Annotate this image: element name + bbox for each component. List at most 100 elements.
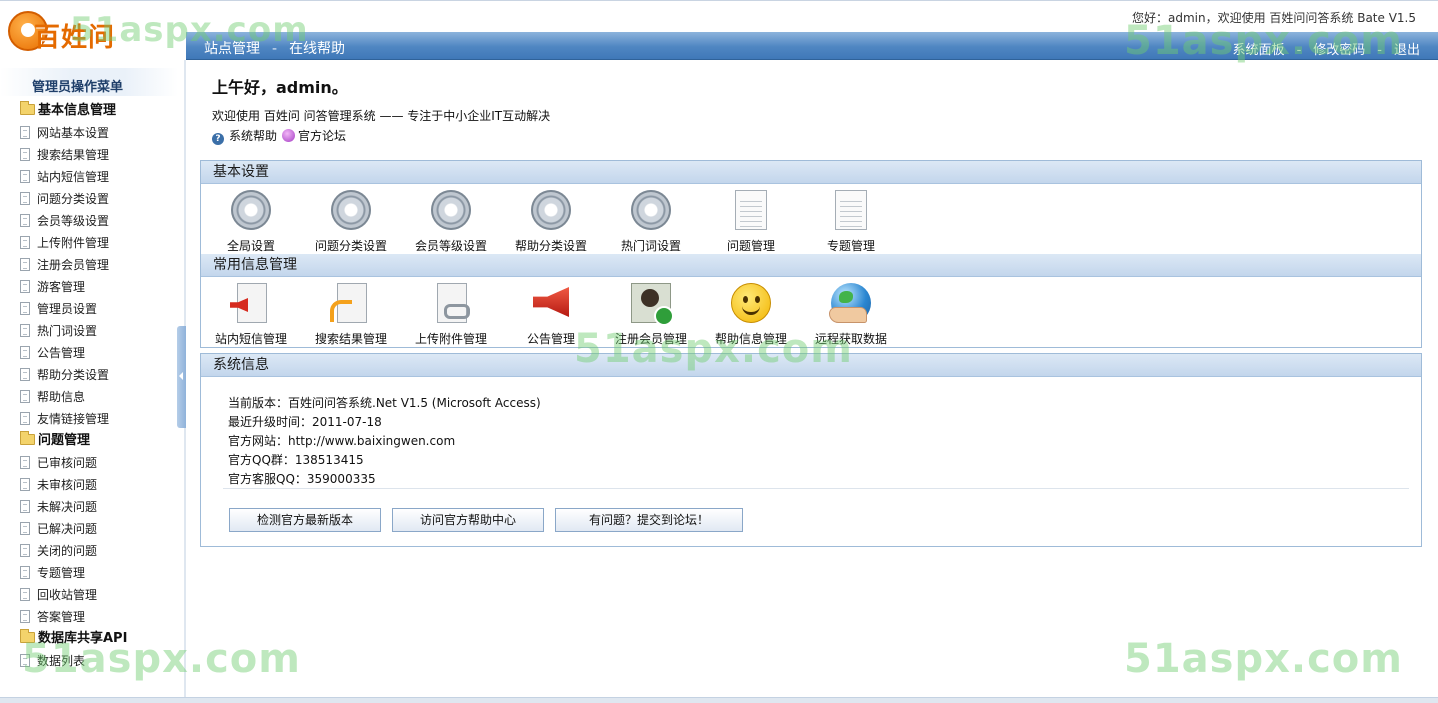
tile-remote-data[interactable]: 远程获取数据 bbox=[801, 281, 901, 347]
tile-announcements[interactable]: 公告管理 bbox=[501, 281, 601, 347]
menu-group-basic-info[interactable]: 基本信息管理 bbox=[20, 100, 180, 122]
menu-item-label: 未解决问题 bbox=[37, 500, 98, 514]
logo[interactable]: 百姓问 bbox=[8, 9, 128, 53]
help-center-button[interactable]: 访问官方帮助中心 bbox=[392, 508, 544, 532]
menu-item-approved-questions[interactable]: 已审核问题 bbox=[20, 452, 180, 474]
menu-item-help-info[interactable]: 帮助信息 bbox=[20, 386, 180, 408]
tile-question-categories[interactable]: 问题分类设置 bbox=[301, 187, 401, 254]
tile-search-results[interactable]: 搜索结果管理 bbox=[301, 281, 401, 347]
menu-item-label: 回收站管理 bbox=[37, 588, 98, 602]
menu-item-pending-questions[interactable]: 未审核问题 bbox=[20, 474, 180, 496]
menu-item-help-categories[interactable]: 帮助分类设置 bbox=[20, 364, 180, 386]
logo-text: 百姓问 bbox=[34, 23, 116, 53]
menu-item-answers[interactable]: 答案管理 bbox=[20, 606, 180, 628]
tile-label: 公告管理 bbox=[526, 332, 575, 346]
nav-change-password[interactable]: 修改密码 bbox=[1313, 43, 1365, 58]
menu-item-attachments[interactable]: 上传附件管理 bbox=[20, 232, 180, 254]
document-megaphone-icon bbox=[237, 283, 267, 323]
menu-item-data-list[interactable]: 数据列表 bbox=[20, 650, 180, 672]
page-icon bbox=[20, 324, 30, 337]
menu-item-messages[interactable]: 站内短信管理 bbox=[20, 166, 180, 188]
page-icon bbox=[20, 500, 30, 513]
menu-item-question-categories[interactable]: 问题分类设置 bbox=[20, 188, 180, 210]
page-icon bbox=[20, 654, 30, 667]
page-icon bbox=[20, 544, 30, 557]
menu-item-admin-settings[interactable]: 管理员设置 bbox=[20, 298, 180, 320]
menu-item-label: 已解决问题 bbox=[37, 522, 98, 536]
tile-label: 热门词设置 bbox=[620, 239, 681, 253]
official-support-qq: 官方客服QQ：359000335 bbox=[228, 472, 376, 486]
menu-item-label: 帮助信息 bbox=[37, 390, 86, 404]
menu-item-hot-words[interactable]: 热门词设置 bbox=[20, 320, 180, 342]
menu-item-registered-members[interactable]: 注册会员管理 bbox=[20, 254, 180, 276]
official-website: 官方网站：http://www.baixingwen.com bbox=[228, 434, 456, 448]
sidebar: 管理员操作菜单 基本信息管理 网站基本设置 搜索结果管理 站内短信管理 问题分类… bbox=[0, 60, 180, 703]
tile-topic-management[interactable]: 专题管理 bbox=[801, 188, 901, 254]
menu-item-topics[interactable]: 专题管理 bbox=[20, 562, 180, 584]
page-icon bbox=[20, 456, 30, 469]
menu-item-search-results[interactable]: 搜索结果管理 bbox=[20, 144, 180, 166]
tile-help-categories[interactable]: 帮助分类设置 bbox=[501, 187, 601, 254]
menu-item-label: 问题分类设置 bbox=[37, 192, 110, 206]
menu-item-closed-questions[interactable]: 关闭的问题 bbox=[20, 540, 180, 562]
menu-item-label: 会员等级设置 bbox=[37, 214, 110, 228]
gear-icon bbox=[631, 187, 671, 233]
gear-icon bbox=[431, 187, 471, 233]
menu-item-label: 管理员设置 bbox=[37, 302, 98, 316]
menu-item-label: 未审核问题 bbox=[37, 478, 98, 492]
gear-icon bbox=[331, 187, 371, 233]
nav-logout[interactable]: 退出 bbox=[1394, 43, 1420, 58]
welcome-text: 欢迎使用 百姓问 问答管理系统 —— 专注于中小企业IT互动解决 bbox=[212, 109, 551, 123]
tile-help-info[interactable]: 帮助信息管理 bbox=[701, 281, 801, 347]
tile-label: 问题分类设置 bbox=[314, 239, 387, 253]
tile-attachments[interactable]: 上传附件管理 bbox=[401, 281, 501, 347]
tile-label: 会员等级设置 bbox=[414, 239, 487, 253]
tile-registered-members[interactable]: 注册会员管理 bbox=[601, 281, 701, 347]
tile-hot-words[interactable]: 热门词设置 bbox=[601, 187, 701, 254]
menu-item-label: 上传附件管理 bbox=[37, 236, 110, 250]
nav-separator: - bbox=[1296, 43, 1302, 58]
menu-group-questions[interactable]: 问题管理 bbox=[20, 430, 180, 452]
tile-messages[interactable]: 站内短信管理 bbox=[201, 281, 301, 347]
menu-item-site-settings[interactable]: 网站基本设置 bbox=[20, 122, 180, 144]
page-icon bbox=[20, 236, 30, 249]
megaphone-icon bbox=[531, 283, 571, 323]
menu-item-recycle-bin[interactable]: 回收站管理 bbox=[20, 584, 180, 606]
divider bbox=[223, 488, 1409, 489]
menu-item-member-levels[interactable]: 会员等级设置 bbox=[20, 210, 180, 232]
page-greeting: 上午好，admin。 bbox=[212, 78, 348, 97]
menu-item-guests[interactable]: 游客管理 bbox=[20, 276, 180, 298]
tile-question-management[interactable]: 问题管理 bbox=[701, 188, 801, 254]
tile-global-settings[interactable]: 全局设置 bbox=[201, 187, 301, 254]
tile-label: 专题管理 bbox=[826, 239, 875, 253]
official-forum-link[interactable]: 官方论坛 bbox=[298, 129, 346, 143]
tile-label: 上传附件管理 bbox=[414, 332, 487, 346]
nav-separator: - bbox=[272, 41, 278, 57]
tile-member-levels[interactable]: 会员等级设置 bbox=[401, 187, 501, 254]
menu-item-solved-questions[interactable]: 已解决问题 bbox=[20, 518, 180, 540]
system-help-link[interactable]: 系统帮助 bbox=[229, 129, 277, 143]
help-icon: ? bbox=[212, 133, 224, 145]
page-icon bbox=[20, 214, 30, 227]
nav-online-help[interactable]: 在线帮助 bbox=[289, 41, 345, 57]
menu-item-friend-links[interactable]: 友情链接管理 bbox=[20, 408, 180, 430]
menu-item-label: 公告管理 bbox=[37, 346, 86, 360]
submit-to-forum-button[interactable]: 有问题？提交到论坛！ bbox=[555, 508, 743, 532]
menu-group-database-api[interactable]: 数据库共享API bbox=[20, 628, 180, 650]
menu-item-announcements[interactable]: 公告管理 bbox=[20, 342, 180, 364]
check-update-button[interactable]: 检测官方最新版本 bbox=[229, 508, 381, 532]
nav-system-panel[interactable]: 系统面板 bbox=[1233, 43, 1285, 58]
menu-item-unsolved-questions[interactable]: 未解决问题 bbox=[20, 496, 180, 518]
nav-site-management[interactable]: 站点管理 bbox=[204, 41, 260, 57]
common-info-tiles: 站内短信管理 搜索结果管理 上传附件管理 公告管理 注册会员管理 帮助信息管理 … bbox=[201, 277, 1421, 347]
common-info-header: 常用信息管理 bbox=[201, 254, 1421, 277]
page-icon bbox=[20, 566, 30, 579]
current-version: 当前版本：百姓问问答系统.Net V1.5 (Microsoft Access) bbox=[228, 396, 541, 410]
menu-item-label: 注册会员管理 bbox=[37, 258, 110, 272]
page-icon bbox=[20, 170, 30, 183]
sidebar-collapse-handle[interactable] bbox=[177, 326, 186, 428]
help-links: ? 系统帮助 官方论坛 bbox=[212, 127, 346, 145]
header: 百姓问 您好：admin，欢迎使用 百姓问问答系统 Bate V1.5 站点管理… bbox=[0, 0, 1438, 60]
page-icon bbox=[20, 390, 30, 403]
tile-label: 帮助信息管理 bbox=[714, 332, 787, 346]
